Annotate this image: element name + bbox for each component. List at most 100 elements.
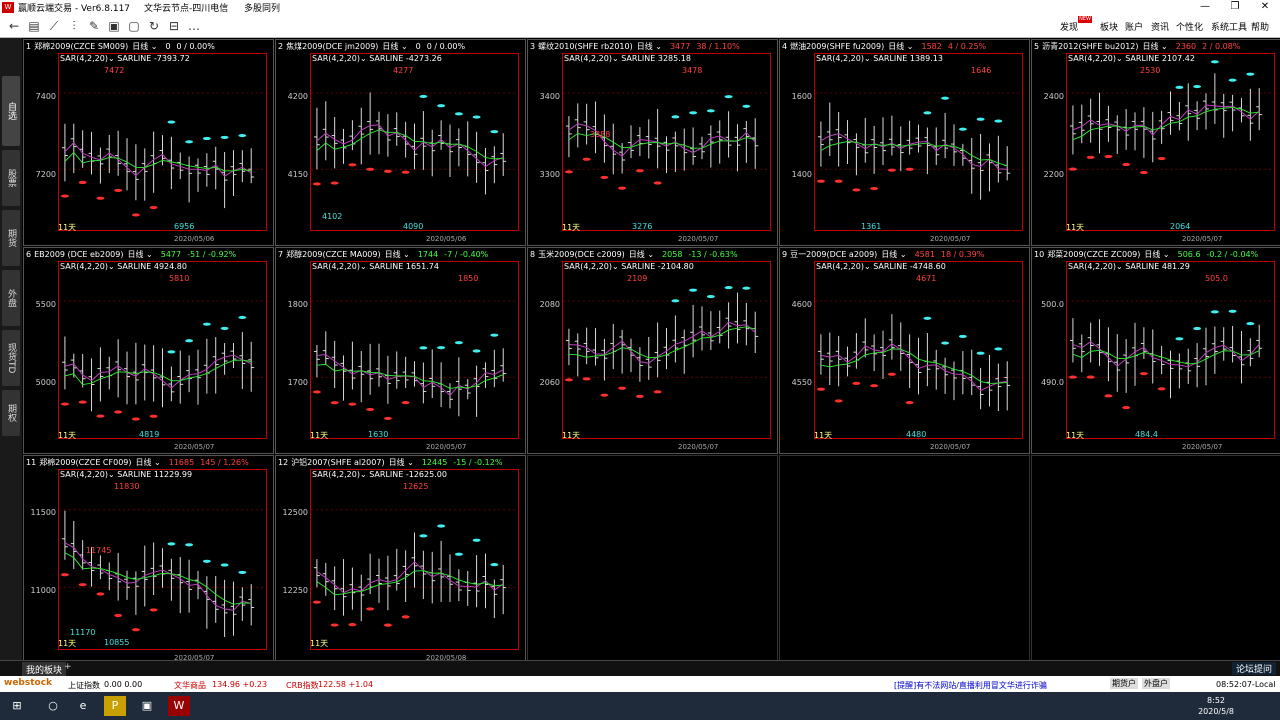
contract-name[interactable]: 焦煤2009(DCE jm2009)	[286, 42, 378, 51]
menu-discover[interactable]: 发现	[1060, 20, 1078, 33]
tab-stocks[interactable]: 股票	[2, 150, 20, 206]
price-plot[interactable]	[58, 53, 267, 231]
chart-panel[interactable]: 11 郑棉2009(CZCE CF009) 日线 ⌄ 11685 145 / 1.26%…	[23, 455, 274, 665]
chevron-down-icon[interactable]: ⌄	[108, 470, 117, 479]
indicator-name[interactable]: SAR(4,2,20)	[312, 54, 360, 63]
indicator-name[interactable]: SAR(4,2,20)	[1068, 54, 1116, 63]
layout-icon[interactable]: ⊟	[166, 18, 182, 34]
contract-name[interactable]: 郑醇2009(CZCE MA009)	[286, 250, 381, 259]
menu-news[interactable]: 资讯	[1151, 20, 1169, 33]
empty-chart-slot[interactable]	[779, 455, 1030, 665]
save-icon[interactable]: ▢	[126, 18, 142, 34]
contract-name[interactable]: 玉米2009(DCE c2009)	[538, 250, 625, 259]
quote-list-icon[interactable]: ▤	[26, 18, 42, 34]
chevron-down-icon[interactable]: ⌄	[148, 42, 158, 51]
indicator-name[interactable]: SAR(4,2,20)	[564, 262, 612, 271]
minimize-button[interactable]: —	[1190, 0, 1220, 14]
period-selector[interactable]: 日线	[629, 250, 645, 259]
indicator-name[interactable]: SAR(4,2,20)	[312, 470, 360, 479]
price-plot[interactable]	[310, 53, 519, 231]
price-plot[interactable]	[58, 469, 267, 650]
more-icon[interactable]: …	[186, 18, 202, 34]
forum-button[interactable]: 论坛提问	[1231, 662, 1276, 675]
chart-panel[interactable]: 4 燃油2009(SHFE fu2009) 日线 ⌄ 1582 4 / 0.25% SAR…	[779, 39, 1030, 246]
chart-panel[interactable]: 3 螺纹2010(SHFE rb2010) 日线 ⌄ 3477 38 / 1.10% SA…	[527, 39, 778, 246]
maximize-button[interactable]: ❐	[1220, 0, 1250, 14]
price-plot[interactable]	[814, 261, 1023, 439]
chevron-down-icon[interactable]: ⌄	[612, 262, 621, 271]
tab-my-board[interactable]: 我的板块	[22, 662, 67, 677]
chevron-down-icon[interactable]: ⌄	[108, 54, 117, 63]
back-icon[interactable]: ←	[6, 18, 22, 34]
period-selector[interactable]: 日线	[385, 250, 401, 259]
chevron-down-icon[interactable]: ⌄	[897, 250, 907, 259]
period-selector[interactable]: 日线	[637, 42, 653, 51]
indicator-name[interactable]: SAR(4,2,20)	[816, 262, 864, 271]
contract-name[interactable]: 沥青2012(SHFE bu2012)	[1042, 42, 1138, 51]
price-plot[interactable]	[310, 261, 519, 439]
indicator-name[interactable]: SAR(4,2,20)	[1068, 262, 1116, 271]
menu-personalize[interactable]: 个性化	[1176, 20, 1203, 33]
chevron-down-icon[interactable]: ⌄	[143, 250, 153, 259]
chart-panel[interactable]: 12 沪铝2007(SHFE al2007) 日线 ⌄ 12445 -15 / -0.1…	[275, 455, 526, 665]
chevron-down-icon[interactable]: ⌄	[360, 470, 369, 479]
chevron-down-icon[interactable]: ⌄	[1159, 42, 1168, 51]
contract-name[interactable]: 郑棉2009(CZCE CF009)	[39, 458, 131, 467]
indicator-name[interactable]: SAR(4,2,20)	[60, 470, 108, 479]
chevron-down-icon[interactable]: ⌄	[405, 458, 414, 467]
tab-spot-td[interactable]: 现货TD	[2, 330, 20, 386]
period-selector[interactable]: 日线	[1144, 250, 1160, 259]
tab-watchlist[interactable]: 自选	[2, 76, 20, 146]
price-plot[interactable]	[310, 469, 519, 650]
period-selector[interactable]: 日线	[136, 458, 152, 467]
menu-system-tools[interactable]: 系统工具	[1211, 20, 1247, 33]
contract-name[interactable]: 郑棉2009(CZCE SM009)	[34, 42, 128, 51]
chevron-down-icon[interactable]: ⌄	[401, 250, 410, 259]
menu-help[interactable]: 帮助	[1251, 20, 1269, 33]
period-selector[interactable]: 日线	[881, 250, 897, 259]
period-selector[interactable]: 日线	[132, 42, 148, 51]
order-icon[interactable]: ▣	[106, 18, 122, 34]
empty-chart-slot[interactable]	[1031, 455, 1280, 665]
price-plot[interactable]	[1066, 53, 1275, 231]
fraud-notice[interactable]: [提醒]有不法网站/直播利用冒文华进行诈骗	[894, 680, 1047, 691]
chevron-down-icon[interactable]: ⌄	[612, 54, 621, 63]
chevron-down-icon[interactable]: ⌄	[360, 262, 369, 271]
chevron-down-icon[interactable]: ⌄	[1116, 262, 1125, 271]
chevron-down-icon[interactable]: ⌄	[398, 42, 408, 51]
desktop-app-icon[interactable]: ▣	[136, 696, 158, 716]
period-selector[interactable]: 日线	[888, 42, 904, 51]
price-plot[interactable]	[562, 53, 771, 231]
chart-panel[interactable]: 7 郑醇2009(CZCE MA009) 日线 ⌄ 1744 -7 / -0.40% SA…	[275, 247, 526, 454]
indicator-name[interactable]: SAR(4,2,20)	[60, 54, 108, 63]
contract-name[interactable]: 沪铝2007(SHFE al2007)	[291, 458, 384, 467]
futures-account-button[interactable]: 期货户	[1110, 678, 1138, 689]
chart-panel[interactable]: 5 沥青2012(SHFE bu2012) 日线 ⌄ 2360 2 / 0.08% SAR…	[1031, 39, 1280, 246]
chart-panel[interactable]: 2 焦煤2009(DCE jm2009) 日线 ⌄ 0 0 / 0.00% SAR(4,2…	[275, 39, 526, 246]
windows-start-icon[interactable]: ⊞	[6, 696, 28, 716]
chevron-down-icon[interactable]: ⌄	[1160, 250, 1170, 259]
indicator-name[interactable]: SAR(4,2,20)	[564, 54, 612, 63]
chart-panel[interactable]: 9 豆一2009(DCE a2009) 日线 ⌄ 4581 18 / 0.39% SAR(…	[779, 247, 1030, 454]
refresh-icon[interactable]: ↻	[146, 18, 162, 34]
menu-sector[interactable]: 板块	[1100, 20, 1118, 33]
chevron-down-icon[interactable]: ⌄	[152, 458, 161, 467]
indicator-name[interactable]: SAR(4,2,20)	[816, 54, 864, 63]
price-plot[interactable]	[562, 261, 771, 439]
contract-name[interactable]: 螺纹2010(SHFE rb2010)	[538, 42, 633, 51]
chevron-down-icon[interactable]: ⌄	[108, 262, 117, 271]
pdf-app-icon[interactable]: P	[104, 696, 126, 716]
chevron-down-icon[interactable]: ⌄	[864, 262, 873, 271]
trading-app-icon[interactable]: W	[168, 696, 190, 716]
chevron-down-icon[interactable]: ⌄	[653, 42, 662, 51]
price-plot[interactable]	[1066, 261, 1275, 439]
chart-panel[interactable]: 8 玉米2009(DCE c2009) 日线 ⌄ 2058 -13 / -0.63% SA…	[527, 247, 778, 454]
chevron-down-icon[interactable]: ⌄	[645, 250, 654, 259]
contract-name[interactable]: 郑菜2009(CZCE ZC009)	[1047, 250, 1140, 259]
chevron-down-icon[interactable]: ⌄	[864, 54, 873, 63]
add-tab-button[interactable]: +	[64, 662, 72, 672]
edge-browser-icon[interactable]: e	[72, 696, 94, 716]
draw-tool-icon[interactable]: ✎	[86, 18, 102, 34]
period-selector[interactable]: 日线	[389, 458, 405, 467]
indicator-name[interactable]: SAR(4,2,20)	[312, 262, 360, 271]
